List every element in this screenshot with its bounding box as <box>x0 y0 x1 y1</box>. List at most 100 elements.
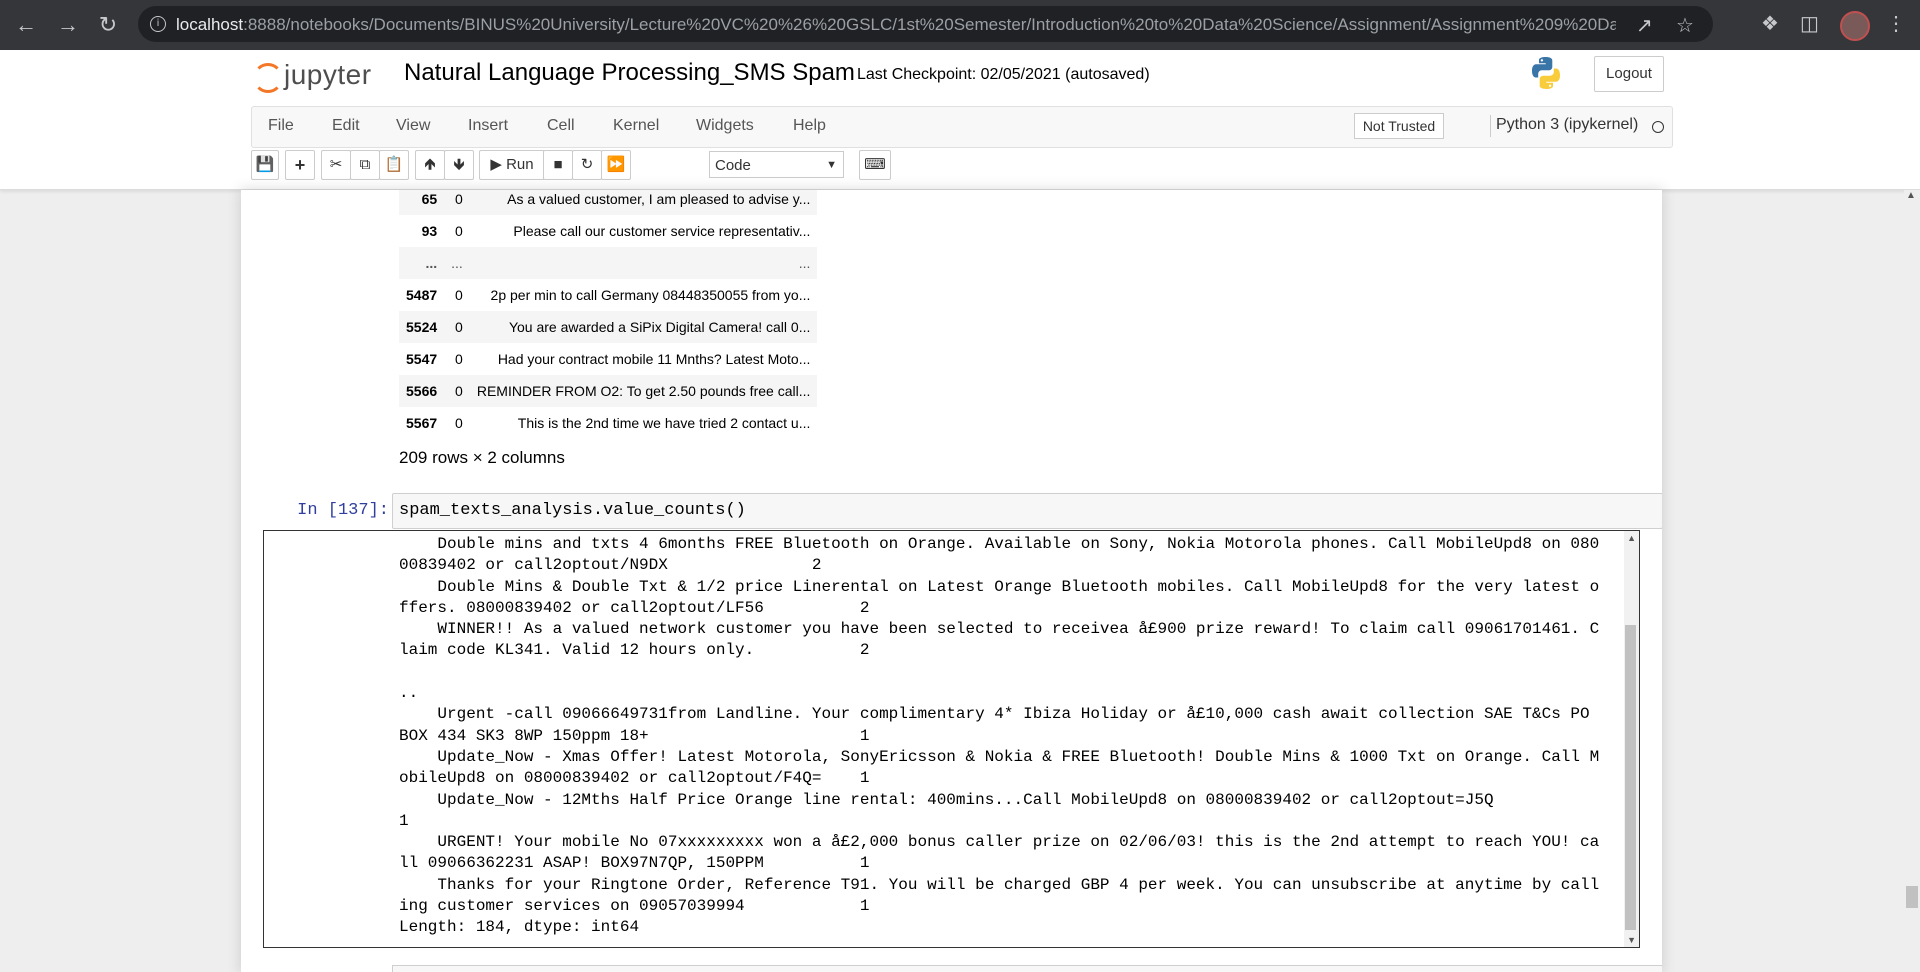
cell-prompt: In [137]: <box>297 501 389 520</box>
row-value: 0 <box>455 319 463 335</box>
row-value: ... <box>451 255 463 271</box>
row-index: 5524 <box>406 319 438 335</box>
output-text: Double mins and txts 4 6months FREE Blue… <box>399 535 1600 937</box>
table-row: 5566 0 REMINDER FROM O2: To get 2.50 pound… <box>399 375 818 407</box>
profile-avatar[interactable] <box>1840 11 1870 41</box>
row-text: As a valued customer, I am pleased to ad… <box>507 191 811 207</box>
url-text[interactable]: localhost:8888/notebooks/Documents/BINUS… <box>176 15 1616 35</box>
notebook-toolbar: 💾 + ✂ ⧉ 📋 🡹 🡻 ▶ Run ■ ↻ ⏩ Code ▼ ⌨ <box>251 150 1671 190</box>
scroll-down-icon[interactable]: ▼ <box>1627 935 1636 945</box>
insert-cell-icon[interactable]: + <box>285 150 315 180</box>
back-arrow-icon[interactable]: ← <box>10 9 42 41</box>
row-text: You are awarded a SiPix Digital Camera! … <box>508 319 811 335</box>
table-row: 5567 0 This is the 2nd time we have tried … <box>399 407 817 439</box>
trust-status-button[interactable]: Not Trusted <box>1354 113 1444 139</box>
row-index: 5566 <box>406 383 438 399</box>
move-down-icon[interactable]: 🡻 <box>444 150 474 180</box>
run-icon: ▶ <box>490 156 502 173</box>
row-index: 5487 <box>406 287 438 303</box>
url-path: :8888/notebooks/Documents/BINUS%20Univer… <box>243 15 1616 34</box>
menu-file[interactable]: File <box>268 117 294 135</box>
output-scrollbar-thumb[interactable] <box>1625 625 1636 930</box>
code-text[interactable]: spam_texts_analysis.value_counts() <box>399 501 746 520</box>
kernel-name[interactable]: Python 3 (ipykernel) <box>1496 116 1638 134</box>
notebook-container: 65 0 As a valued customer, I am pleased to… <box>241 190 1662 972</box>
row-value: 0 <box>455 287 463 303</box>
share-icon[interactable]: ↗ <box>1636 13 1653 38</box>
notebook-title[interactable]: Natural Language Processing_SMS Spam <box>404 59 855 87</box>
output-scrollbar[interactable]: ▲ ▼ <box>1624 531 1639 947</box>
address-bar[interactable]: i localhost:8888/notebooks/Documents/BIN… <box>138 6 1713 42</box>
forward-arrow-icon[interactable]: → <box>52 9 84 41</box>
save-icon[interactable]: 💾 <box>251 150 279 180</box>
menu-widgets[interactable]: Widgets <box>696 117 754 135</box>
row-index: 65 <box>421 191 438 207</box>
menu-edit[interactable]: Edit <box>332 117 360 135</box>
scroll-up-icon[interactable]: ▲ <box>1627 533 1636 543</box>
next-code-cell[interactable] <box>392 965 1662 972</box>
jupyter-logo-text: jupyter <box>284 59 372 90</box>
browser-menu-icon[interactable]: ⋮ <box>1886 11 1906 36</box>
menu-bar: File Edit View Insert Cell Kernel Widget… <box>251 106 1673 148</box>
table-row-ellipsis: ......... <box>399 247 818 279</box>
page-scroll-up-icon[interactable]: ▲ <box>1906 190 1916 201</box>
page-scrollbar[interactable] <box>1904 190 1920 972</box>
move-up-icon[interactable]: 🡹 <box>415 150 445 180</box>
row-index: ... <box>425 255 438 271</box>
bookmark-star-icon[interactable]: ☆ <box>1676 13 1694 38</box>
row-index: 5567 <box>406 415 438 431</box>
table-row: 5487 0 2p per min to call Germany 08448350… <box>399 279 817 311</box>
restart-icon[interactable]: ↻ <box>572 150 602 180</box>
row-value: 0 <box>455 191 463 207</box>
dataframe-table: 65 0 As a valued customer, I am pleased to… <box>399 190 818 439</box>
row-text: This is the 2nd time we have tried 2 con… <box>517 415 811 431</box>
row-index: 93 <box>421 223 438 239</box>
run-button[interactable]: ▶ Run <box>479 150 545 180</box>
kernel-separator <box>1490 115 1491 137</box>
page-scrollbar-thumb[interactable] <box>1906 886 1918 908</box>
row-text: 2p per min to call Germany 08448350055 f… <box>490 287 811 303</box>
logout-button[interactable]: Logout <box>1594 56 1664 92</box>
row-value: 0 <box>455 223 463 239</box>
copy-icon[interactable]: ⧉ <box>350 150 380 180</box>
run-label: Run <box>506 156 534 173</box>
checkpoint-status: Last Checkpoint: 02/05/2021 (autosaved) <box>857 66 1150 83</box>
row-text: REMINDER FROM O2: To get 2.50 pounds fre… <box>476 383 811 399</box>
jupyter-header: jupyter Natural Language Processing_SMS … <box>0 50 1920 190</box>
kernel-idle-indicator-icon <box>1652 121 1664 133</box>
table-row: 5524 0 You are awarded a SiPix Digital Cam… <box>399 311 818 343</box>
menu-cell[interactable]: Cell <box>547 117 575 135</box>
table-row: 93 0 Please call our customer service repr… <box>399 215 817 247</box>
menu-help[interactable]: Help <box>793 117 826 135</box>
jupyter-logo-icon <box>253 63 283 93</box>
extensions-puzzle-icon[interactable]: ❖ <box>1761 11 1779 36</box>
row-text: Please call our customer service represe… <box>513 223 811 239</box>
menu-kernel[interactable]: Kernel <box>613 117 659 135</box>
restart-run-all-icon[interactable]: ⏩ <box>601 150 631 180</box>
reload-icon[interactable]: ↻ <box>92 9 124 41</box>
cell-type-value: Code <box>715 157 751 174</box>
table-row: 65 0 As a valued customer, I am pleased to… <box>399 190 818 215</box>
python-logo-icon <box>1532 57 1560 89</box>
interrupt-icon[interactable]: ■ <box>543 150 573 180</box>
dataframe-shape: 209 rows × 2 columns <box>399 448 565 467</box>
keyboard-icon[interactable]: ⌨ <box>859 150 891 180</box>
cut-icon[interactable]: ✂ <box>321 150 351 180</box>
site-info-icon[interactable]: i <box>150 16 166 32</box>
browser-toolbar: ← → ↻ i localhost:8888/notebooks/Documen… <box>0 0 1920 50</box>
cell-type-select[interactable]: Code ▼ <box>709 151 844 178</box>
row-value: 0 <box>455 351 463 367</box>
cell-output-scrollable[interactable]: Double mins and txts 4 6months FREE Blue… <box>263 530 1640 948</box>
side-panel-icon[interactable]: ◫ <box>1800 11 1819 36</box>
row-value: 0 <box>455 383 463 399</box>
code-cell-input[interactable]: spam_texts_analysis.value_counts() <box>392 493 1662 529</box>
menu-view[interactable]: View <box>396 117 430 135</box>
paste-icon[interactable]: 📋 <box>379 150 409 180</box>
row-text: ... <box>798 255 811 271</box>
row-text: Had your contract mobile 11 Mnths? Lates… <box>497 351 811 367</box>
chevron-down-icon: ▼ <box>826 159 837 171</box>
row-index: 5547 <box>406 351 438 367</box>
row-value: 0 <box>455 415 463 431</box>
url-host: localhost <box>176 15 244 34</box>
menu-insert[interactable]: Insert <box>468 117 508 135</box>
